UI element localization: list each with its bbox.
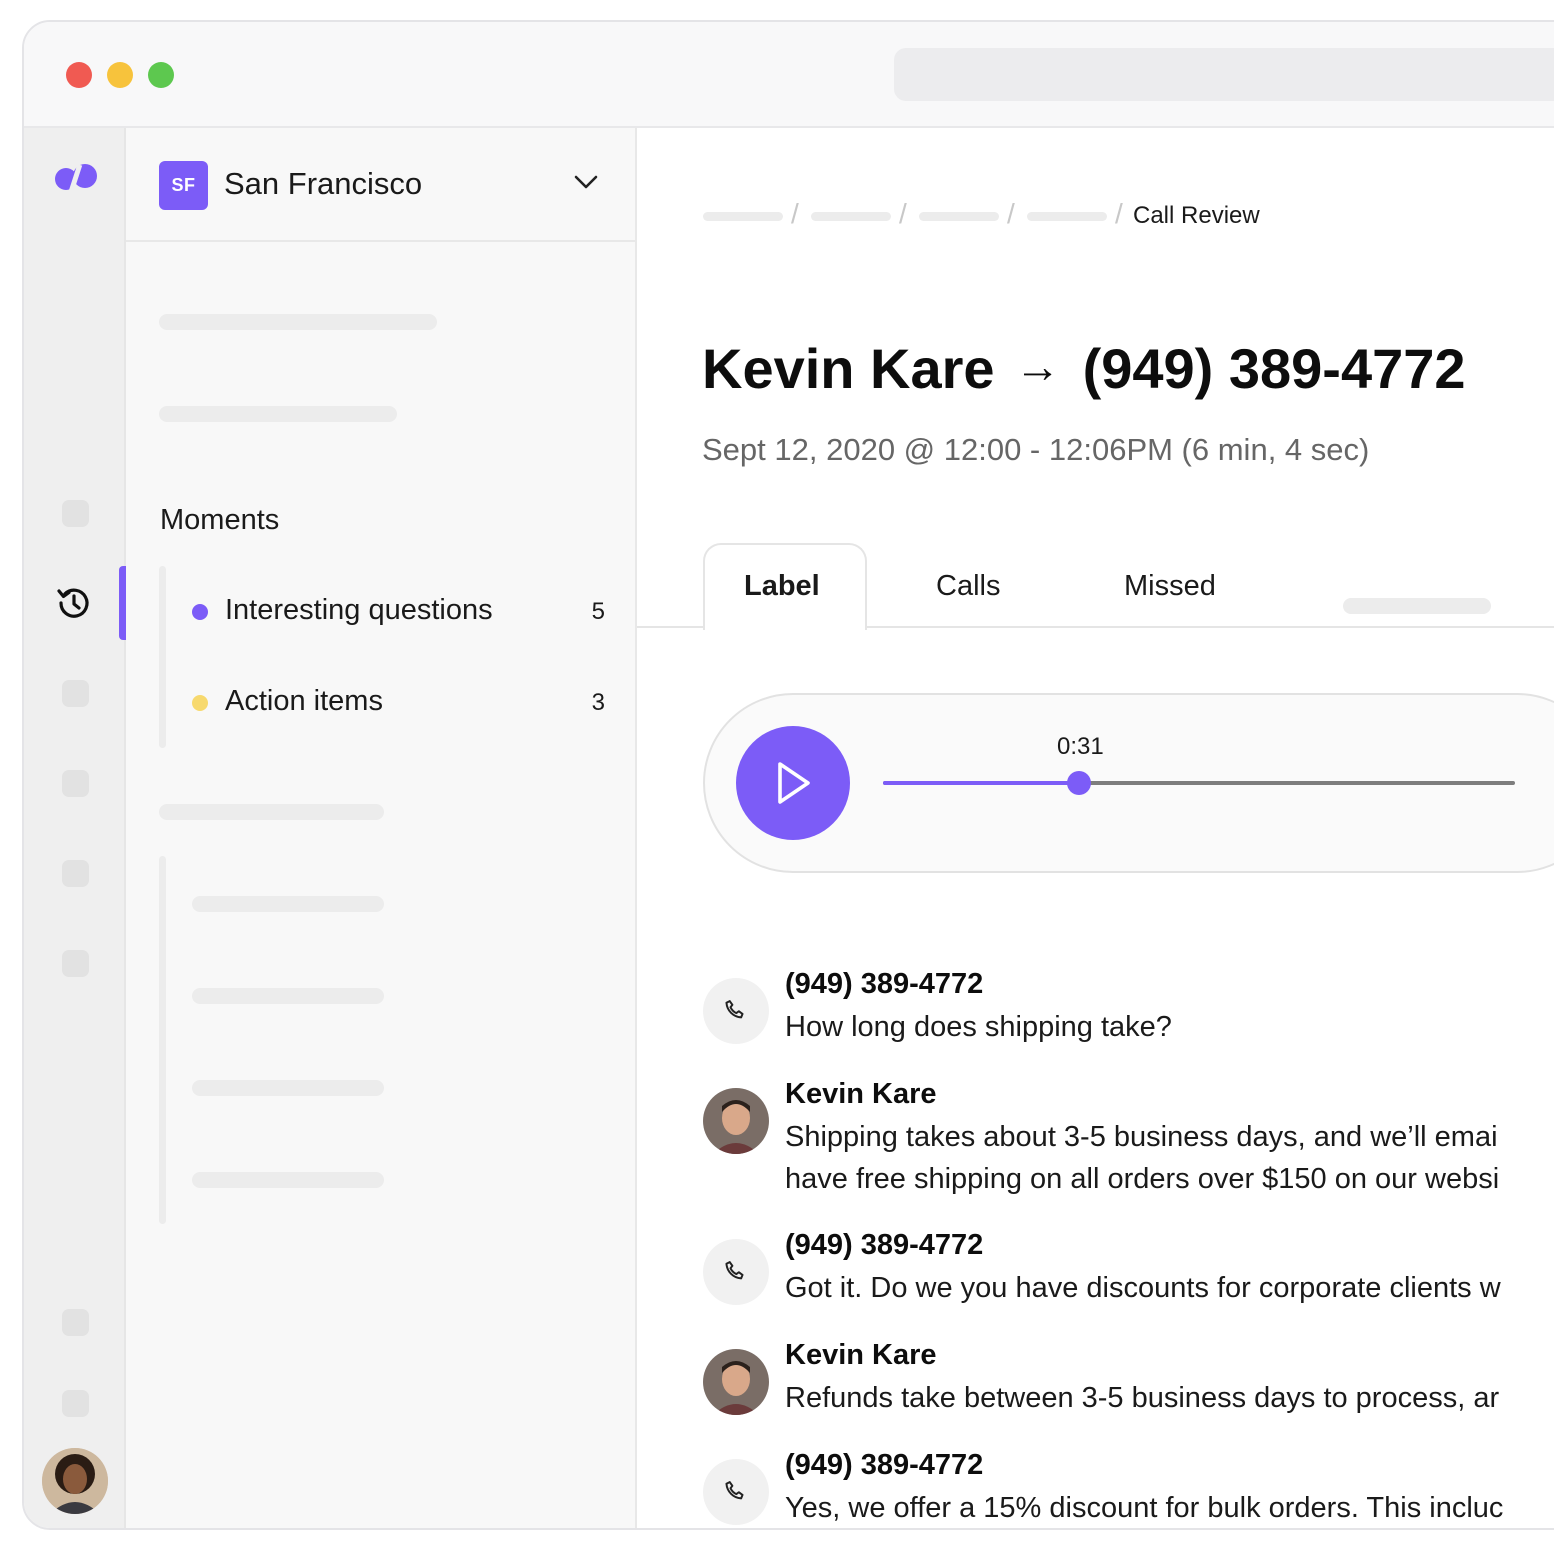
play-button[interactable] [736, 726, 850, 840]
breadcrumb-item[interactable] [703, 212, 783, 221]
tab-placeholder[interactable] [1343, 598, 1491, 614]
moment-label: Interesting questions [225, 594, 493, 626]
progress-handle[interactable] [1067, 771, 1091, 795]
message-text: Shipping takes about 3-5 business days, … [785, 1121, 1500, 1195]
phone-icon [703, 1459, 769, 1525]
message-text: How long does shipping take? [785, 1011, 1172, 1043]
user-avatar[interactable] [42, 1448, 108, 1514]
moment-item-interesting-questions[interactable]: Interesting questions 5 [192, 592, 605, 632]
chevron-down-icon[interactable] [573, 172, 599, 192]
breadcrumb-item[interactable] [1027, 212, 1107, 221]
org-badge: SF [159, 161, 208, 210]
breadcrumb-separator: / [1115, 198, 1123, 229]
play-icon [778, 762, 810, 804]
message-speaker: Kevin Kare [785, 1339, 937, 1371]
moment-label: Action items [225, 685, 383, 717]
app-window: SF San Francisco Moments Interesting que… [22, 20, 1554, 1530]
message-text: Refunds take between 3-5 business days t… [785, 1382, 1500, 1414]
message-text: Got it. Do we you have discounts for cor… [785, 1272, 1501, 1304]
title-bar [24, 22, 1554, 128]
rail-nav-item[interactable] [62, 1390, 89, 1417]
breadcrumb-separator: / [899, 198, 907, 229]
rail-nav-item[interactable] [62, 1309, 89, 1336]
org-switcher[interactable]: SF San Francisco [126, 128, 635, 242]
page-title: Kevin Kare → (949) 389-4772 [702, 336, 1466, 401]
rail-nav-item[interactable] [62, 860, 89, 887]
close-window-button[interactable] [66, 62, 92, 88]
rail-nav-item[interactable] [62, 770, 89, 797]
phone-icon [703, 978, 769, 1044]
placeholder-bar [192, 1080, 384, 1096]
agent-avatar [703, 1349, 769, 1415]
rail-active-indicator [119, 566, 126, 640]
placeholder-bar [159, 406, 397, 422]
caller-name: Kevin Kare [702, 337, 995, 400]
placeholder-bar [192, 1172, 384, 1188]
moment-count: 3 [591, 689, 605, 716]
breadcrumb-item[interactable] [811, 212, 891, 221]
arrow-right-icon: → [1014, 340, 1061, 392]
app-logo-icon[interactable] [54, 160, 98, 196]
message-text: Yes, we offer a 15% discount for bulk or… [785, 1492, 1504, 1524]
maximize-window-button[interactable] [148, 62, 174, 88]
message-speaker: (949) 389-4772 [785, 1229, 984, 1261]
progress-fill [883, 781, 1079, 785]
call-meta: Sept 12, 2020 @ 12:00 - 12:06PM (6 min, … [702, 432, 1370, 467]
agent-avatar [703, 1088, 769, 1154]
side-panel: SF San Francisco Moments Interesting que… [126, 128, 637, 1528]
breadcrumb-separator: / [1007, 198, 1015, 229]
placeholder-bar [192, 988, 384, 1004]
placeholder-bar [159, 804, 384, 820]
placeholder-guide-line [159, 856, 166, 1224]
moments-guide-line [159, 566, 166, 748]
moment-dot [192, 604, 208, 620]
address-bar[interactable] [894, 48, 1554, 101]
moment-item-action-items[interactable]: Action items 3 [192, 683, 605, 723]
moments-heading: Moments [160, 504, 280, 536]
audio-player: 0:31 [703, 693, 1554, 873]
breadcrumb-separator: / [791, 198, 799, 229]
placeholder-bar [192, 896, 384, 912]
moment-dot [192, 695, 208, 711]
org-name: San Francisco [224, 166, 423, 201]
caller-number: (949) 389-4772 [1082, 337, 1466, 400]
placeholder-bar [159, 314, 437, 330]
breadcrumb-current: Call Review [1133, 202, 1260, 229]
nav-rail [24, 128, 126, 1528]
playback-time: 0:31 [1057, 733, 1104, 760]
phone-icon [703, 1239, 769, 1305]
moment-count: 5 [591, 598, 605, 625]
main-content: / / / / Call Review Kevin Kare → (949) 389… [637, 128, 1554, 1528]
tab-calls[interactable]: Calls [936, 570, 1000, 603]
minimize-window-button[interactable] [107, 62, 133, 88]
breadcrumb-item[interactable] [919, 212, 999, 221]
message-speaker: Kevin Kare [785, 1078, 937, 1110]
message-speaker: (949) 389-4772 [785, 968, 984, 1000]
message-speaker: (949) 389-4772 [785, 1449, 984, 1481]
rail-nav-item[interactable] [62, 500, 89, 527]
tab-label[interactable]: Label [744, 570, 820, 603]
rail-nav-item[interactable] [62, 950, 89, 977]
rail-nav-item[interactable] [62, 680, 89, 707]
tab-missed[interactable]: Missed [1124, 570, 1216, 603]
history-icon[interactable] [54, 583, 94, 623]
